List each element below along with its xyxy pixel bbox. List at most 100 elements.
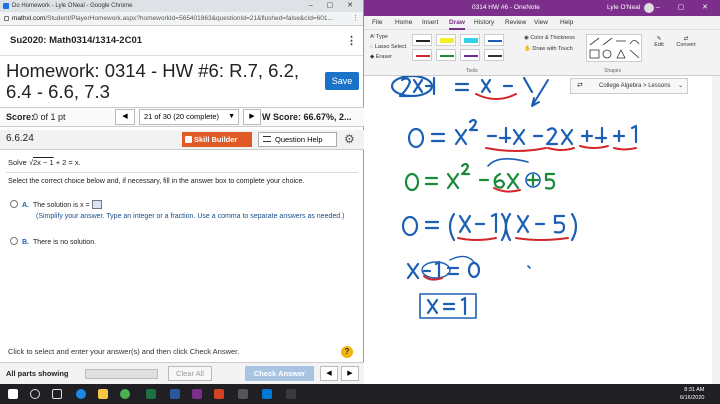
draw-ribbon: Aᴵ Type ◌ Lasso Select ◆ Eraser ◉ Color …: [364, 30, 720, 76]
instructions: Select the correct choice below and, if …: [8, 178, 305, 185]
browser-window-title: Do Homework - Lyle ONeal - Google Chrome: [12, 3, 133, 9]
avatar[interactable]: [644, 3, 654, 13]
option-b[interactable]: B. There is no solution.: [10, 237, 96, 246]
word-icon[interactable]: [170, 389, 180, 399]
option-b-radio[interactable]: [10, 237, 18, 245]
score-value: 0 of 1 pt: [33, 112, 66, 122]
question-select[interactable]: 21 of 30 (20 complete) ▼: [139, 109, 239, 125]
bottom-previous-button[interactable]: ◀: [320, 366, 338, 381]
color-thickness-button[interactable]: ◉ Color & Thickness: [524, 35, 575, 41]
eraser-tool[interactable]: ◆ Eraser: [370, 54, 392, 60]
address-bar[interactable]: mathxl.com/Student/PlayerHomework.aspx?h…: [0, 12, 363, 26]
onenote-window-controls[interactable]: – ▢ ✕: [656, 0, 716, 16]
option-a-radio[interactable]: [10, 200, 18, 208]
task-view-icon[interactable]: [52, 389, 62, 399]
chevron-down-icon: ▼: [228, 113, 235, 120]
shapes-gallery[interactable]: [586, 34, 642, 62]
search-icon[interactable]: [30, 389, 40, 399]
app-icon[interactable]: [238, 389, 248, 399]
ink-row-2: [407, 118, 638, 149]
tab-view[interactable]: View: [534, 16, 548, 30]
ink-row-5-arc: [449, 255, 475, 263]
bottom-next-button[interactable]: ▶: [341, 366, 359, 381]
ink-red-mark: [493, 187, 521, 193]
browser-menu-icon[interactable]: ⋮: [352, 12, 359, 26]
option-b-text: There is no solution.: [33, 239, 97, 246]
pen-dark[interactable]: [484, 49, 504, 61]
option-a[interactable]: A. The solution is x =: [10, 200, 102, 209]
gear-icon[interactable]: ⚙: [344, 132, 355, 146]
option-a-text: The solution is x =: [33, 202, 90, 209]
problem-statement: Solve √2x − 1 + 2 = x.: [8, 158, 81, 167]
tab-history[interactable]: History: [474, 16, 494, 30]
homework-title: Homework: 0314 - HW #6: R.7, 6.2, 6.4 - …: [6, 60, 300, 102]
click-instruction: Click to select and enter your answer(s)…: [8, 347, 240, 356]
excel-icon[interactable]: [146, 389, 156, 399]
chrome-icon[interactable]: [120, 389, 130, 399]
answer-input[interactable]: [91, 200, 102, 209]
ribbon-tabs: File Home Insert Draw History Review Vie…: [364, 16, 720, 30]
onenote-title-bar: 0314 HW #6 - OneNote Lyle O'Neal – ▢ ✕: [364, 0, 720, 16]
start-icon[interactable]: [8, 389, 18, 399]
file-explorer-icon[interactable]: [98, 389, 108, 399]
pen-red[interactable]: [412, 49, 432, 61]
mail-icon[interactable]: [262, 389, 272, 399]
type-label: Type: [376, 34, 388, 40]
pen-blue[interactable]: [484, 34, 504, 46]
clear-all-button[interactable]: Clear All: [168, 366, 212, 381]
edge-icon[interactable]: [76, 389, 86, 399]
tab-help[interactable]: Help: [560, 16, 573, 30]
draw-touch-button[interactable]: ✋ Draw with Touch: [524, 46, 573, 52]
option-a-note: (Simplify your answer. Type an integer o…: [36, 213, 345, 220]
ink-row-5: [406, 260, 481, 280]
pen-black[interactable]: [412, 34, 432, 46]
ink-dot: [527, 265, 531, 269]
solve-prefix: Solve: [8, 158, 29, 167]
tab-review[interactable]: Review: [505, 16, 526, 30]
pen-green[interactable]: [436, 49, 456, 61]
next-question-button[interactable]: ▶: [243, 109, 261, 125]
skill-builder-icon: [185, 136, 192, 143]
tab-draw[interactable]: Draw: [449, 16, 465, 30]
highlighter-yellow[interactable]: [436, 34, 456, 46]
tab-file[interactable]: File: [372, 16, 382, 30]
pen-purple[interactable]: [460, 49, 480, 61]
score-bar: Score: 0 of 1 pt ◀ 21 of 30 (20 complete…: [0, 107, 364, 127]
draw-touch-label: Draw with Touch: [532, 46, 573, 52]
tab-insert[interactable]: Insert: [422, 16, 438, 30]
type-tool[interactable]: Aᴵ Type: [370, 34, 388, 40]
powerpoint-icon[interactable]: [214, 389, 224, 399]
edit-button[interactable]: ✎ Edit: [653, 36, 665, 48]
convert-button[interactable]: ⇄ Convert: [675, 36, 697, 48]
course-header: Su2020: Math0314/1314-2C01 ⋮: [0, 26, 363, 56]
check-answer-button[interactable]: Check Answer: [245, 366, 314, 381]
tools-group-label: Tools: [466, 68, 478, 74]
ink-row-4-underlines: [457, 237, 569, 241]
convert-label: Convert: [676, 42, 696, 48]
app-icon-2[interactable]: [286, 389, 296, 399]
vertical-scrollbar[interactable]: [712, 76, 720, 384]
ink-red-underlines: [485, 145, 637, 152]
tab-home[interactable]: Home: [395, 16, 412, 30]
ink-arrow: [531, 79, 549, 107]
onenote-user: Lyle O'Neal: [607, 4, 641, 11]
option-a-letter: A.: [22, 202, 29, 209]
course-name: Su2020: Math0314/1314-2C01: [10, 35, 143, 46]
skill-builder-button[interactable]: Skill Builder: [182, 132, 252, 147]
highlighter-cyan[interactable]: [460, 34, 480, 46]
ink-row-4: [401, 212, 578, 242]
more-options-icon[interactable]: ⋮: [346, 26, 357, 56]
clock[interactable]: 8:31 AM 6/16/2020: [680, 386, 704, 402]
ink-answer: [426, 296, 467, 316]
lasso-tool[interactable]: ◌ Lasso Select: [370, 44, 406, 50]
help-icon[interactable]: ?: [341, 346, 353, 358]
shapes-icon: [589, 37, 640, 59]
previous-question-button[interactable]: ◀: [115, 109, 135, 125]
question-number: 6.6.24: [6, 133, 34, 144]
window-controls[interactable]: – ▢ ✕: [309, 0, 359, 12]
skill-builder-label: Skill Builder: [194, 135, 238, 144]
save-button[interactable]: Save: [325, 72, 359, 90]
question-help-button[interactable]: Question Help: [258, 132, 337, 147]
onenote-icon[interactable]: [192, 389, 202, 399]
clock-date: 6/16/2020: [680, 395, 705, 401]
